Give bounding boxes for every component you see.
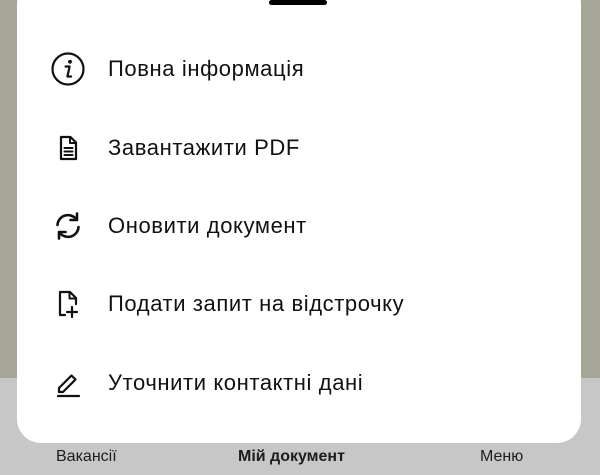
nav-item-vacancies[interactable]: Вакансії: [56, 448, 117, 466]
menu-item-label: Оновити документ: [108, 213, 307, 238]
document-icon: [49, 129, 87, 167]
menu-item-label: Уточнити контактні дані: [108, 370, 364, 395]
menu-item-label: Повна інформація: [108, 56, 305, 81]
menu-item-download-pdf[interactable]: Завантажити PDF: [17, 120, 581, 176]
menu-item-label: Подати запит на відстрочку: [108, 291, 405, 316]
nav-item-menu[interactable]: Меню: [480, 448, 523, 466]
bottom-navigation: Вакансії Мій документ Меню: [0, 438, 600, 475]
menu-item-label: Завантажити PDF: [108, 135, 300, 160]
info-icon: [49, 50, 87, 88]
menu-item-full-info[interactable]: Повна інформація: [17, 41, 581, 97]
menu-item-deferral-request[interactable]: Подати запит на відстрочку: [17, 276, 581, 332]
nav-item-my-document[interactable]: Мій документ: [238, 448, 345, 466]
menu-item-refresh-document[interactable]: Оновити документ: [17, 198, 581, 254]
pencil-icon: [49, 364, 87, 402]
refresh-icon: [49, 207, 87, 245]
action-bottom-sheet: Повна інформація Завантажити PDF Оновити…: [17, 0, 581, 443]
file-add-icon: [49, 285, 87, 323]
sheet-grabber[interactable]: [269, 0, 327, 5]
menu-item-update-contacts[interactable]: Уточнити контактні дані: [17, 355, 581, 411]
